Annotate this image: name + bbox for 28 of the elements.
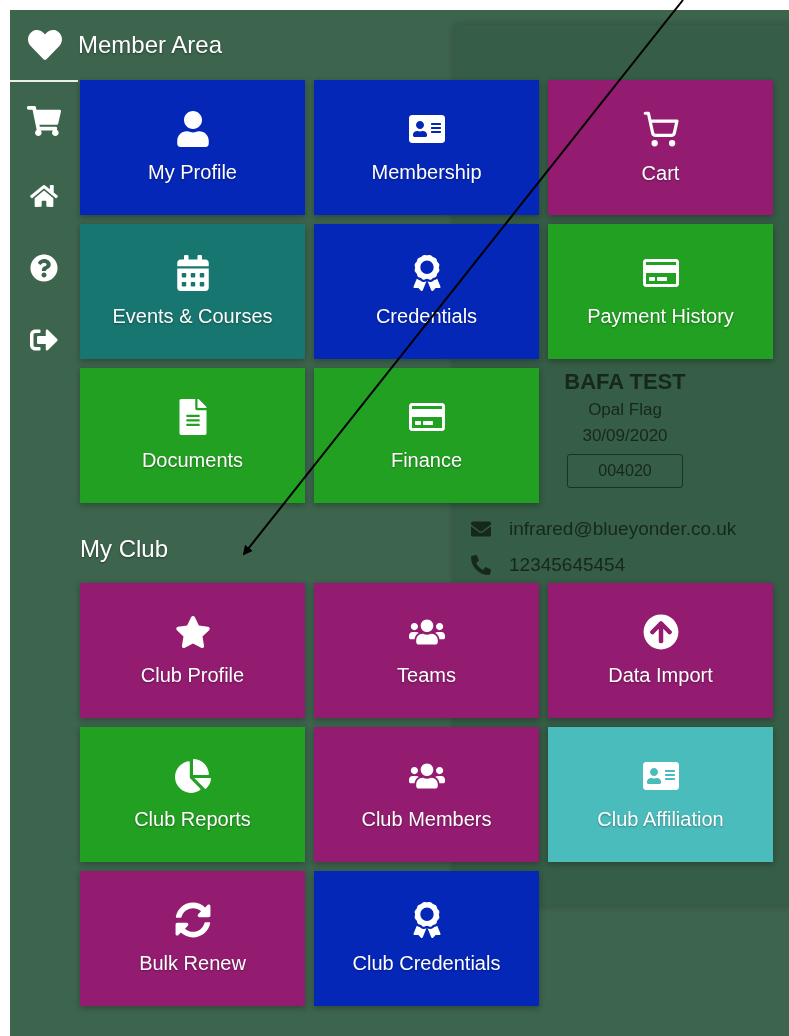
star-icon — [174, 614, 211, 650]
home-icon — [30, 182, 58, 210]
home-button[interactable] — [30, 182, 58, 210]
menu-tile[interactable]: Cart — [548, 80, 773, 215]
envelope-icon — [471, 519, 491, 539]
refresh-icon — [174, 902, 211, 938]
section-title: My Club — [80, 535, 170, 563]
help-button[interactable] — [30, 254, 58, 282]
menu-tile[interactable]: Data Import — [548, 583, 773, 718]
menu-tile[interactable]: Membership — [314, 80, 539, 215]
cart-button[interactable] — [27, 104, 61, 138]
cart-icon — [641, 110, 680, 148]
person-icon — [174, 111, 211, 147]
calendar-icon — [174, 255, 211, 291]
menu-title: Member Area — [78, 31, 223, 59]
menu-tile[interactable]: Events & Courses — [80, 224, 305, 359]
menu-tile[interactable]: Club Profile — [80, 583, 305, 718]
pie-chart-icon — [174, 758, 211, 794]
help-icon — [30, 254, 58, 282]
menu-tile[interactable]: Club Members — [314, 727, 539, 862]
menu-tile[interactable]: My Profile — [80, 80, 305, 215]
phone-icon — [471, 555, 491, 575]
heart-icon — [28, 28, 62, 62]
cart-icon — [27, 104, 61, 138]
menu-tile[interactable]: Teams — [314, 583, 539, 718]
menu-tile[interactable]: Club Credentials — [314, 871, 539, 1006]
menu-tile[interactable]: Bulk Renew — [80, 871, 305, 1006]
upload-icon — [642, 614, 679, 650]
